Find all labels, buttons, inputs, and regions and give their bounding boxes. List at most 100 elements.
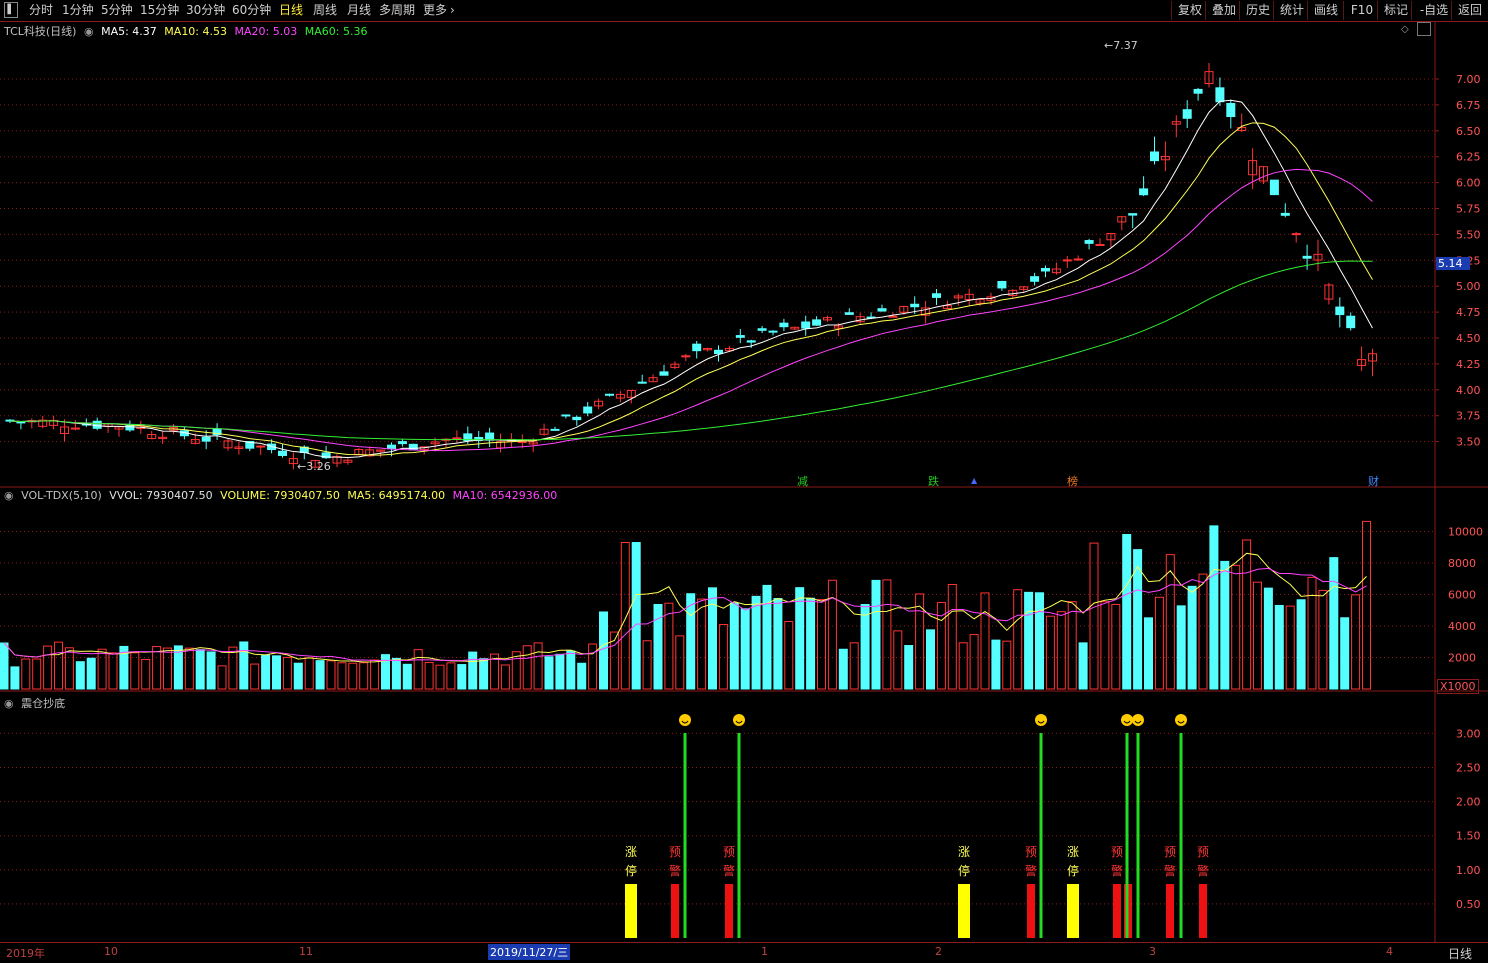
price-tick-label: 4.25 <box>1456 358 1481 371</box>
volume-bar <box>141 659 151 690</box>
price-tick-label: 3.75 <box>1456 410 1481 423</box>
event-marker-rank[interactable]: 榜 <box>1067 473 1078 489</box>
tab-daily[interactable]: 日线 <box>279 2 303 19</box>
volume-bar <box>282 656 292 690</box>
volume-bar <box>1035 592 1044 690</box>
tab-30min[interactable]: 30分钟 <box>186 2 225 19</box>
stats-button[interactable]: 统计 <box>1273 1 1310 20</box>
signal-label: 警 <box>723 864 736 878</box>
volume-bar <box>806 597 816 690</box>
ind-dropdown-icon[interactable]: ◉ <box>4 697 14 710</box>
tab-fenshi[interactable]: 分时 <box>29 2 53 19</box>
volume-bar <box>838 648 848 690</box>
volume-bar <box>795 587 805 690</box>
volume-bar <box>740 608 750 690</box>
volume-bar <box>620 542 630 690</box>
volume-bar <box>130 652 140 690</box>
volume-bar <box>337 662 347 690</box>
tab-multi-period[interactable]: 多周期 <box>379 2 415 19</box>
indicator-tick-label: 1.00 <box>1456 864 1481 877</box>
candle-body <box>1095 244 1105 247</box>
smile-icon <box>679 714 691 726</box>
mark-button[interactable]: 标记 <box>1377 1 1414 20</box>
candle-body <box>201 436 211 442</box>
volume-bar <box>424 661 434 690</box>
remove-watchlist-button[interactable]: -自选 <box>1411 1 1456 20</box>
date-label-apr: 4 <box>1386 945 1393 958</box>
diamond-icon[interactable]: ◇ <box>1401 24 1409 35</box>
volume-bar <box>1078 642 1088 690</box>
volume-bar <box>1154 596 1164 690</box>
tab-1min[interactable]: 1分钟 <box>62 2 94 19</box>
smile-icon <box>1035 714 1047 726</box>
tab-weekly[interactable]: 周线 <box>313 2 337 19</box>
signal-label: 预 <box>723 845 736 859</box>
candle-body <box>746 340 756 343</box>
volume-bar <box>97 648 107 690</box>
volume-bar <box>152 646 162 690</box>
price-tick-label: 4.00 <box>1456 384 1481 397</box>
vvol-label: VVOL: 7930407.50 <box>109 489 213 502</box>
candle-body <box>997 280 1007 289</box>
candle-body <box>801 321 811 329</box>
chevron-right-icon[interactable]: › <box>450 2 455 19</box>
date-label-mar: 3 <box>1149 945 1156 958</box>
candle-body <box>561 414 571 417</box>
period-indicator[interactable]: 日线 <box>1448 945 1472 962</box>
volume-bar <box>675 635 685 690</box>
volume-bar <box>817 599 826 690</box>
tab-5min[interactable]: 5分钟 <box>101 2 133 19</box>
tab-60min[interactable]: 60分钟 <box>232 2 271 19</box>
candle-body <box>1280 212 1290 216</box>
stock-chart[interactable]: 7.006.756.506.256.005.755.505.255.004.75… <box>0 22 1488 942</box>
candle-body <box>605 393 614 396</box>
tab-monthly[interactable]: 月线 <box>347 2 371 19</box>
volume-bar <box>43 645 53 690</box>
overlay-button[interactable]: 叠加 <box>1205 1 1242 20</box>
high-price-value: 7.37 <box>1113 39 1138 52</box>
candle-body <box>278 450 287 456</box>
event-marker-finance[interactable]: 财 <box>1368 473 1379 489</box>
close-panel-icon[interactable] <box>1417 22 1431 36</box>
candle-body <box>408 443 418 451</box>
volume-bar <box>435 664 445 690</box>
date-label-feb: 2 <box>935 945 942 958</box>
f10-button[interactable]: F10 <box>1343 1 1380 20</box>
volume-bar <box>479 658 489 690</box>
vol-indicator-name: VOL-TDX(5,10) <box>21 489 102 502</box>
ma-dropdown-icon[interactable]: ◉ <box>84 25 94 38</box>
event-marker-up[interactable]: ▲ <box>971 476 977 485</box>
candle-body <box>714 349 723 355</box>
candle-body <box>572 416 582 421</box>
volume-bar <box>522 645 532 690</box>
sidebar-toggle-icon[interactable]: ▌ <box>4 2 18 18</box>
signal-label: 警 <box>1025 864 1038 878</box>
fuquan-button[interactable]: 复权 <box>1171 1 1208 20</box>
candle-body <box>692 343 702 352</box>
ma-line <box>9 99 1373 458</box>
back-button[interactable]: 返回 <box>1451 1 1488 20</box>
candle-body <box>1041 267 1050 272</box>
volume-bar <box>359 662 369 690</box>
tab-more[interactable]: 更多 <box>423 2 447 19</box>
vol-dropdown-icon[interactable]: ◉ <box>4 489 14 502</box>
candle-body <box>387 444 396 450</box>
indicator-tick-label: 2.00 <box>1456 796 1481 809</box>
draw-button[interactable]: 画线 <box>1307 1 1344 20</box>
price-tick-label: 6.75 <box>1456 99 1481 112</box>
candle-body <box>1073 258 1083 261</box>
history-button[interactable]: 历史 <box>1239 1 1276 20</box>
volume-bar <box>1198 573 1208 690</box>
volume-tick-label: 4000 <box>1448 620 1476 633</box>
candle-body <box>1128 213 1138 216</box>
candle-body <box>1139 188 1149 196</box>
event-marker-fall[interactable]: 跌 <box>928 473 939 489</box>
ma10-label: MA10: 4.53 <box>164 25 228 38</box>
date-cursor-label: 2019/11/27/三 <box>488 944 571 960</box>
tab-15min[interactable]: 15分钟 <box>140 2 179 19</box>
volume-bar <box>926 629 935 690</box>
price-tick-label: 5.50 <box>1456 228 1481 241</box>
signal-label: 预 <box>1197 845 1210 859</box>
event-marker-reduce[interactable]: 减 <box>797 473 808 489</box>
candle-body <box>1182 109 1192 119</box>
